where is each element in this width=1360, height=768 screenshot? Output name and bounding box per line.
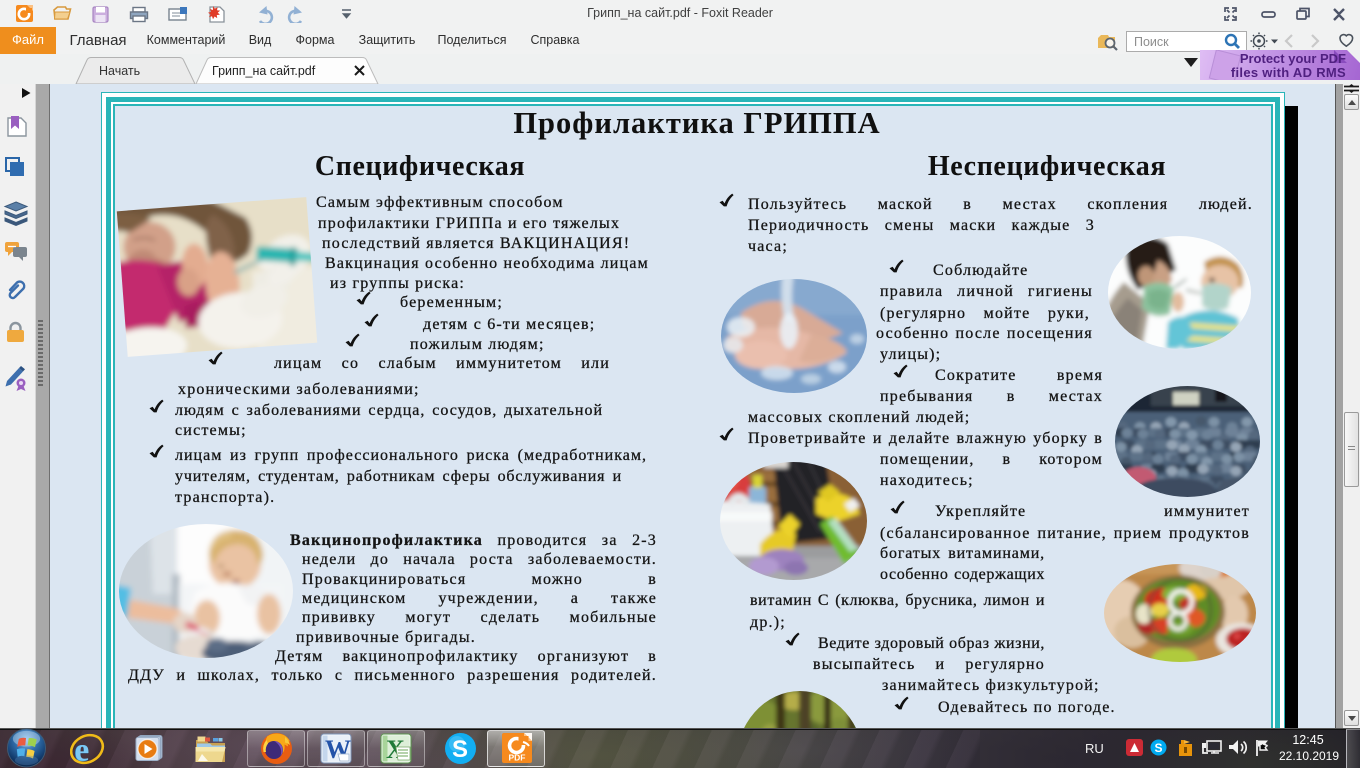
- svg-text:S: S: [1155, 741, 1163, 755]
- svg-text:S: S: [452, 736, 468, 763]
- svg-text:PDF: PDF: [509, 753, 526, 763]
- svg-text:e: e: [75, 732, 90, 767]
